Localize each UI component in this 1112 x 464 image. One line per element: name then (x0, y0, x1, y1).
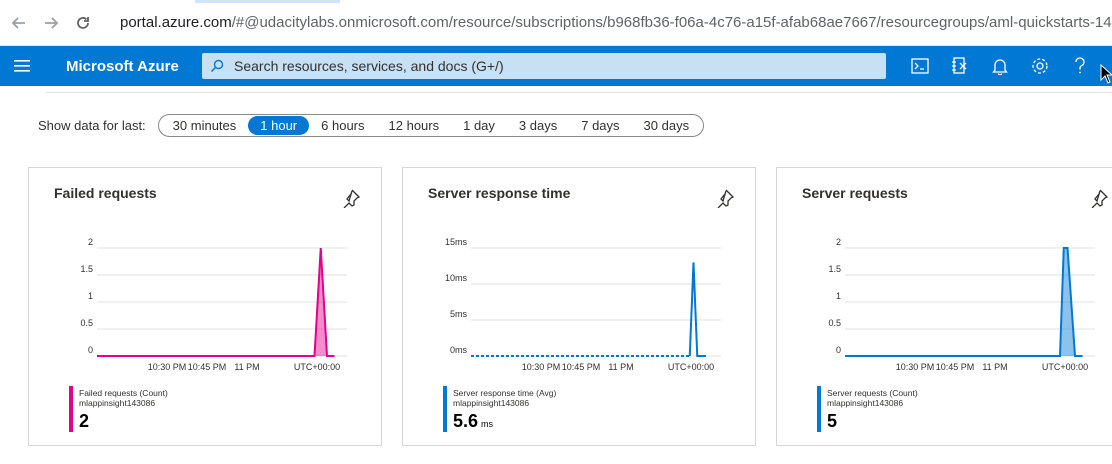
failed-requests-chart: 0 0.5 1 1.5 2 10:30 PM 10:45 PM 11 PM UTC+00:00 (80, 237, 347, 372)
legend-resource-name: mlappinsight143086 (79, 398, 156, 408)
help-button[interactable] (1060, 46, 1100, 86)
server-requests-card[interactable]: Server requests 0 0.5 1 1.5 2 10:30 PM 10:45 P… (776, 167, 1112, 446)
y-tick-label: 1.5 (80, 264, 93, 274)
settings-button[interactable] (1020, 46, 1060, 86)
reload-icon (77, 16, 89, 29)
time-option-30-days[interactable]: 30 days (632, 116, 702, 135)
card-title: Server requests (802, 185, 908, 201)
y-tick-label: 0 (836, 345, 841, 355)
x-tick-label: 10:45 PM (188, 362, 227, 372)
legend-color-bar (817, 386, 821, 432)
y-tick-label: 2 (836, 237, 841, 247)
y-tick-label: 10ms (445, 273, 468, 283)
y-tick-label: 1.5 (828, 264, 841, 274)
time-option-6-hours[interactable]: 6 hours (309, 116, 376, 135)
time-option-1-hour[interactable]: 1 hour (248, 116, 310, 135)
y-tick-label: 5ms (450, 309, 468, 319)
x-tick-label: 11 PM (982, 362, 1007, 372)
forward-arrow-icon (45, 16, 59, 29)
legend-resource-name: mlappinsight143086 (827, 398, 904, 408)
y-tick-label: 0 (88, 345, 93, 355)
legend-value-number: 2 (79, 411, 90, 431)
y-tick-label: 15ms (445, 237, 468, 247)
x-tick-label: 11 PM (608, 362, 633, 372)
x-tick-label: 10:30 PM (896, 362, 935, 372)
forward-button[interactable] (38, 10, 64, 36)
global-search-input[interactable]: Search resources, services, and docs (G+… (202, 53, 886, 79)
legend-value-number: 5.6 (453, 411, 479, 431)
x-tick-label: 10:45 PM (936, 362, 975, 372)
legend-metric-name: Failed requests (Count) (79, 388, 168, 398)
directory-filter-button[interactable] (940, 46, 980, 86)
time-range-selector: Show data for last: 30 minutes 1 hour 6 … (38, 114, 705, 137)
settings-icon (1032, 58, 1048, 74)
portal-menu-button[interactable] (0, 46, 44, 86)
legend-value-number: 5 (827, 411, 838, 431)
time-option-12-hours[interactable]: 12 hours (377, 116, 452, 135)
notifications-icon (992, 59, 1008, 75)
url-host: portal.azure.com (120, 14, 232, 31)
time-option-30-minutes[interactable]: 30 minutes (161, 116, 249, 135)
y-tick-label: 0.5 (80, 318, 93, 328)
card-title: Server response time (428, 185, 571, 201)
legend-metric-name: Server response time (Avg) (453, 388, 557, 398)
mouse-cursor-icon (1100, 64, 1112, 84)
series-line (688, 262, 706, 357)
notifications-button[interactable] (980, 46, 1020, 86)
pin-icon[interactable] (715, 188, 735, 208)
card-title: Failed requests (54, 185, 157, 201)
hamburger-icon (14, 60, 30, 72)
directory-filter-icon (952, 57, 967, 74)
time-range-label: Show data for last: (38, 118, 146, 133)
browser-toolbar: portal.azure.com/#@udacitylabs.onmicroso… (0, 0, 1112, 46)
x-tick-label: UTC+00:00 (668, 362, 714, 372)
brand-title[interactable]: Microsoft Azure (66, 58, 202, 75)
legend-value: 2 (79, 411, 92, 432)
reload-button[interactable] (70, 10, 96, 36)
legend-resource-name: mlappinsight143086 (453, 398, 530, 408)
time-range-options: 30 minutes 1 hour 6 hours 12 hours 1 day… (157, 114, 705, 137)
time-option-1-day[interactable]: 1 day (451, 116, 507, 135)
x-tick-label: UTC+00:00 (1042, 362, 1088, 372)
time-option-7-days[interactable]: 7 days (569, 116, 631, 135)
x-tick-label: 11 PM (234, 362, 259, 372)
legend-unit: ms (481, 419, 494, 429)
active-tab-indicator (195, 0, 340, 3)
cloud-shell-icon (911, 58, 929, 74)
divider (46, 92, 1112, 93)
search-icon (210, 59, 224, 73)
address-bar[interactable]: portal.azure.com/#@udacitylabs.onmicroso… (110, 14, 1112, 31)
y-tick-label: 2 (88, 237, 93, 247)
back-arrow-icon (11, 16, 25, 29)
url-path: /#@udacitylabs.onmicrosoft.com/resource/… (231, 14, 1112, 31)
x-tick-label: UTC+00:00 (294, 362, 340, 372)
server-response-time-card[interactable]: Server response time 0ms 5ms 10ms 15ms 10:30… (402, 167, 756, 446)
legend-color-bar (69, 386, 73, 432)
server-requests-chart: 0 0.5 1 1.5 2 10:30 PM 10:45 PM 11 PM UTC+00:00 (828, 237, 1095, 372)
x-tick-label: 10:30 PM (148, 362, 187, 372)
legend-value: 5.6 ms (453, 411, 493, 432)
legend-color-bar (443, 386, 447, 432)
legend-metric-name: Server requests (Count) (827, 388, 918, 398)
azure-header: Microsoft Azure Search resources, servic… (0, 46, 1112, 86)
x-tick-label: 10:45 PM (562, 362, 601, 372)
server-response-time-chart: 0ms 5ms 10ms 15ms 10:30 PM 10:45 PM 11 PM UTC+0… (445, 237, 721, 372)
x-tick-label: 10:30 PM (522, 362, 561, 372)
pin-icon[interactable] (341, 188, 361, 208)
help-icon (1075, 57, 1085, 74)
y-tick-label: 0.5 (828, 318, 841, 328)
back-button[interactable] (6, 10, 32, 36)
y-tick-label: 1 (88, 291, 93, 301)
y-tick-label: 0ms (450, 345, 468, 355)
failed-requests-card[interactable]: Failed requests 0 0.5 1 1.5 2 10:30 PM 10:45 P… (28, 167, 382, 446)
y-tick-label: 1 (836, 291, 841, 301)
search-placeholder: Search resources, services, and docs (G+… (234, 58, 504, 74)
cloud-shell-button[interactable] (900, 46, 940, 86)
time-option-3-days[interactable]: 3 days (507, 116, 569, 135)
legend-value: 5 (827, 411, 840, 432)
pin-icon[interactable] (1089, 188, 1109, 208)
